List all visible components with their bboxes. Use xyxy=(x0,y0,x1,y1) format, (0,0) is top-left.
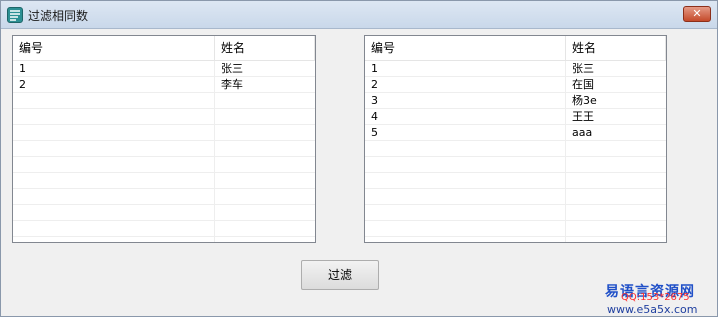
cell-name: 在国 xyxy=(572,78,594,91)
cell-name: 李车 xyxy=(221,78,243,91)
watermark-url: www.e5a5x.com xyxy=(607,303,698,316)
table-row[interactable]: 5 aaa xyxy=(365,125,666,141)
table-row[interactable]: 3 杨3e xyxy=(365,93,666,109)
right-list-header: 编号 姓名 xyxy=(365,36,666,61)
right-rows: 1 张三 2 在国 3 杨3e 4 王王 5 aaa xyxy=(365,61,666,242)
main-window: 过滤相同数 ✕ 编号 姓名 1 张三 2 李车 编号 姓名 1 张三 2 在国 3 杨3e 4 王王… xyxy=(0,0,718,317)
close-button[interactable]: ✕ xyxy=(683,6,711,22)
table-row xyxy=(13,189,315,205)
cell-name: 杨3e xyxy=(572,94,597,107)
cell-id: 2 xyxy=(371,78,378,91)
left-list-view[interactable]: 编号 姓名 1 张三 2 李车 xyxy=(12,35,316,243)
column-header-id[interactable]: 编号 xyxy=(13,36,215,61)
cell-id: 1 xyxy=(371,62,378,75)
table-row xyxy=(365,157,666,173)
table-row xyxy=(13,173,315,189)
table-row xyxy=(365,189,666,205)
table-row xyxy=(365,173,666,189)
cell-id: 1 xyxy=(19,62,26,75)
cell-id: 5 xyxy=(371,126,378,139)
window-title: 过滤相同数 xyxy=(28,9,89,23)
title-bar[interactable]: 过滤相同数 ✕ xyxy=(1,1,717,29)
cell-name: 张三 xyxy=(572,62,594,75)
table-row xyxy=(13,141,315,157)
table-row xyxy=(365,141,666,157)
table-row xyxy=(13,157,315,173)
column-header-id[interactable]: 编号 xyxy=(365,36,566,61)
table-row[interactable]: 1 张三 xyxy=(13,61,315,77)
cell-name: aaa xyxy=(572,126,593,139)
cell-name: 王王 xyxy=(572,110,594,123)
table-row xyxy=(365,221,666,237)
column-header-name[interactable]: 姓名 xyxy=(566,36,666,61)
table-row xyxy=(13,221,315,237)
left-rows: 1 张三 2 李车 xyxy=(13,61,315,242)
cell-name: 张三 xyxy=(221,62,243,75)
table-row xyxy=(13,205,315,221)
right-list-view[interactable]: 编号 姓名 1 张三 2 在国 3 杨3e 4 王王 5 aaa xyxy=(364,35,667,243)
left-list-header: 编号 姓名 xyxy=(13,36,315,61)
cell-id: 2 xyxy=(19,78,26,91)
table-row[interactable]: 2 李车 xyxy=(13,77,315,93)
cell-id: 4 xyxy=(371,110,378,123)
app-icon xyxy=(7,7,23,23)
column-header-name[interactable]: 姓名 xyxy=(215,36,315,61)
table-row[interactable]: 1 张三 xyxy=(365,61,666,77)
filter-button[interactable]: 过滤 xyxy=(301,260,379,290)
watermark-qq: QQ:153*2675 xyxy=(621,292,690,303)
cell-id: 3 xyxy=(371,94,378,107)
table-row xyxy=(365,205,666,221)
table-row[interactable]: 2 在国 xyxy=(365,77,666,93)
close-icon: ✕ xyxy=(692,7,702,20)
table-row xyxy=(13,125,315,141)
table-row xyxy=(13,93,315,109)
table-row xyxy=(13,109,315,125)
table-row[interactable]: 4 王王 xyxy=(365,109,666,125)
